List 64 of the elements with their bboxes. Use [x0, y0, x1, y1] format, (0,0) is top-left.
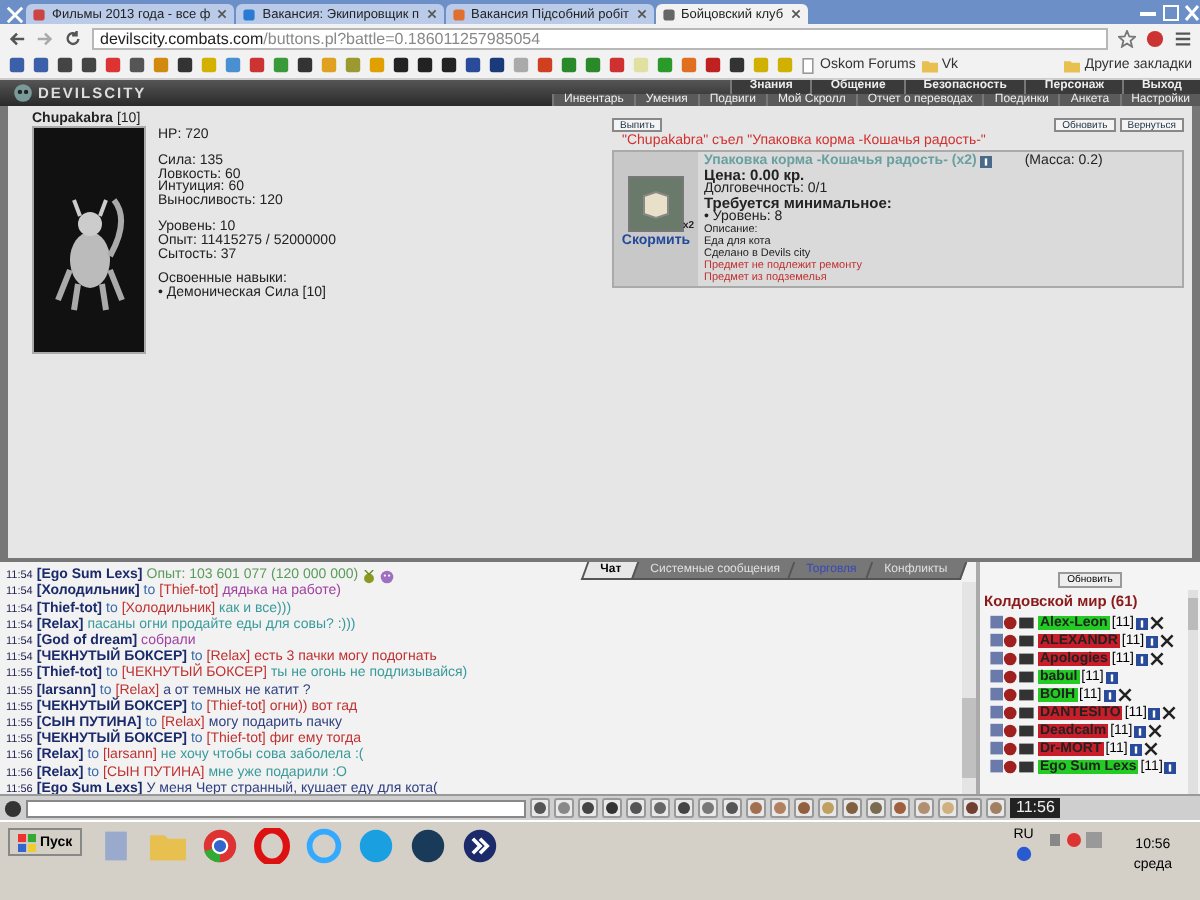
player-icons-drawing [988, 650, 1036, 669]
arrows-icon[interactable] [462, 828, 499, 865]
page-icon [242, 7, 257, 21]
player-icons-drawing [988, 740, 1036, 759]
toolbar-icon[interactable] [602, 798, 622, 819]
cross-icon[interactable] [1150, 616, 1164, 631]
chrome-icon[interactable] [202, 828, 239, 865]
cross-icon[interactable] [1117, 688, 1132, 703]
info-icon[interactable] [1146, 635, 1159, 648]
close-icon[interactable] [635, 8, 647, 20]
cross-icon[interactable] [1162, 706, 1177, 721]
menu-logo-icon [6, 6, 24, 24]
toolbar-icon[interactable] [794, 798, 814, 819]
opera-icon[interactable] [254, 828, 291, 865]
page-icon [32, 7, 46, 21]
page-icon [451, 7, 466, 21]
player-icons-drawing [988, 668, 1036, 687]
player-icons-drawing [988, 686, 1036, 705]
face-icon [380, 569, 395, 584]
windows-logo-icon [18, 833, 36, 852]
toolbar-icon[interactable] [842, 798, 862, 819]
close-icon[interactable] [425, 8, 438, 20]
address-field[interactable]: devilscity.combats.com/buttons.pl?battle=0.186011257985054 [92, 27, 1108, 49]
folder-icon [1064, 57, 1081, 73]
box-drawing [640, 188, 672, 220]
info-icon[interactable] [1164, 761, 1177, 774]
info-icon[interactable] [1136, 653, 1148, 666]
toolbar-icon[interactable] [650, 798, 670, 819]
player-icons-drawing [988, 704, 1036, 723]
cross-icon[interactable] [1143, 742, 1158, 757]
back-icon[interactable] [8, 29, 26, 47]
info-icon[interactable] [980, 155, 993, 167]
folder-icon [921, 57, 938, 73]
menu-icon[interactable] [1174, 29, 1192, 47]
reload-icon[interactable] [64, 29, 82, 47]
info-icon[interactable] [1148, 707, 1161, 720]
page-icon [800, 57, 816, 73]
player-icons-drawing [988, 614, 1036, 633]
info-icon[interactable] [1129, 743, 1142, 756]
chat-clock: 11:56 [1010, 798, 1061, 819]
close-icon[interactable] [216, 8, 229, 20]
skull-logo-icon [12, 82, 34, 104]
window-controls-icon[interactable] [1140, 4, 1200, 24]
chat-input-field[interactable] [26, 799, 526, 818]
page-icon [661, 7, 675, 21]
cross-icon[interactable] [1148, 724, 1163, 739]
toolbar-icon[interactable] [722, 798, 742, 819]
cross-icon[interactable] [1150, 652, 1164, 667]
info-icon[interactable] [1134, 725, 1147, 738]
player-icons-drawing [988, 758, 1036, 777]
close-icon[interactable] [789, 8, 802, 20]
info-icon[interactable] [1136, 617, 1148, 630]
info-icon[interactable] [1105, 671, 1118, 684]
info-icon[interactable] [1103, 689, 1116, 702]
player-icons-drawing [988, 722, 1036, 741]
cross-icon[interactable] [1160, 634, 1175, 649]
star-icon[interactable] [1118, 29, 1136, 47]
toolbar-icon[interactable] [674, 798, 694, 819]
toolbar-icon[interactable] [530, 798, 550, 819]
toolbar-icon[interactable] [962, 798, 982, 819]
toolbar-icon[interactable] [578, 798, 598, 819]
toolbar-icon[interactable] [626, 798, 646, 819]
player-icons-drawing [988, 632, 1036, 651]
tray-icons-drawing[interactable] [1049, 828, 1102, 853]
